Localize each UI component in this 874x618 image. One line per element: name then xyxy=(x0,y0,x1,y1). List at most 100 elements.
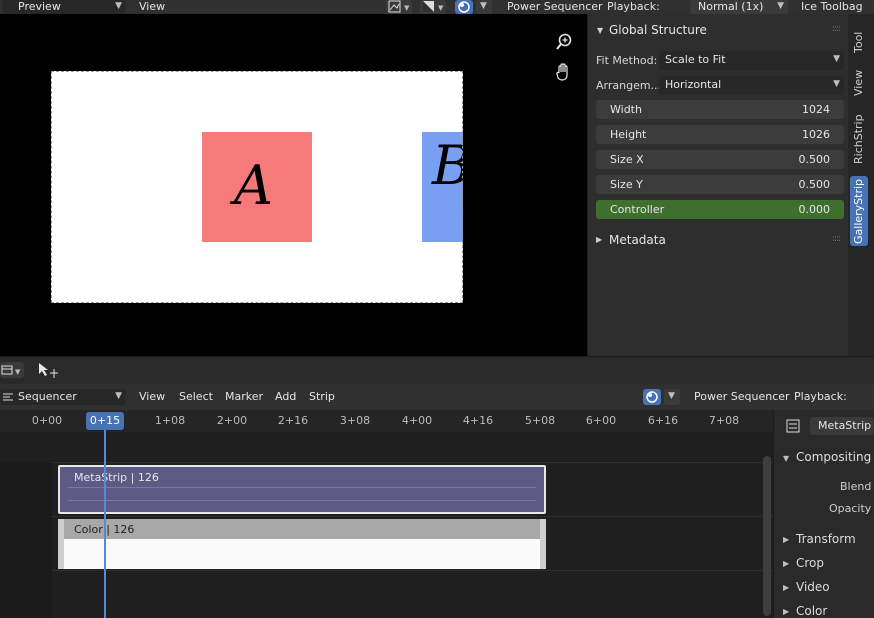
video-panel-title[interactable]: Video xyxy=(796,580,830,594)
ruler-tick: 6+00 xyxy=(585,414,617,427)
color-strip-handle-right[interactable] xyxy=(540,519,546,569)
chevron-down-icon[interactable]: ▼ xyxy=(476,0,492,14)
svg-text:▼: ▼ xyxy=(438,4,444,12)
menu-marker[interactable]: Marker xyxy=(225,390,263,403)
width-field[interactable]: Width 1024 xyxy=(596,100,844,119)
power-sequencer-menu[interactable]: Power Sequencer xyxy=(694,390,790,403)
canvas-edge xyxy=(461,71,463,303)
playback-label: Playback: xyxy=(607,0,660,13)
strip-type-icon xyxy=(786,418,800,434)
chevron-down-icon: ▼ xyxy=(833,79,840,89)
ice-toolbag-menu[interactable]: Ice Toolbag xyxy=(801,0,863,14)
global-structure-title[interactable]: Global Structure xyxy=(609,23,707,37)
gallery-tile-b: B xyxy=(422,132,463,242)
menu-strip[interactable]: Strip xyxy=(309,390,335,403)
size-y-label: Size Y xyxy=(610,178,643,191)
ruler-tick: 4+00 xyxy=(401,414,433,427)
drag-handle-icon[interactable]: :::: xyxy=(832,234,841,244)
ruler-tick: 7+08 xyxy=(708,414,740,427)
menu-select[interactable]: Select xyxy=(179,390,213,403)
channel-divider xyxy=(0,516,773,517)
svg-text:▼: ▼ xyxy=(15,368,21,376)
zoom-icon[interactable] xyxy=(553,31,575,53)
timeline-ruler[interactable]: 0+00 0+15 1+08 2+00 2+16 3+08 4+00 4+16 … xyxy=(0,410,773,432)
chevron-down-icon[interactable]: ▼ xyxy=(664,389,680,405)
select-tool-icon[interactable] xyxy=(36,360,60,382)
width-value: 1024 xyxy=(802,103,830,116)
active-strip-name-field[interactable]: MetaStrip xyxy=(810,417,874,435)
collapse-triangle-icon[interactable]: ▼ xyxy=(597,26,603,35)
fit-method-value: Scale to Fit xyxy=(665,53,726,66)
expand-triangle-icon[interactable]: ▶ xyxy=(783,535,789,544)
ruler-tick: 2+16 xyxy=(277,414,309,427)
preview-header: Preview ▼ View ▼ ▼ ▼ Power Sequencer Pla… xyxy=(0,0,874,14)
current-frame-label: 0+15 xyxy=(89,414,121,427)
color-strip[interactable]: Color | 126 xyxy=(58,519,546,569)
gallery-tile-a: A xyxy=(202,132,312,242)
expand-triangle-icon[interactable]: ▶ xyxy=(783,583,789,592)
crop-panel-title[interactable]: Crop xyxy=(796,556,824,570)
editor-type-icon[interactable]: ▼ xyxy=(0,362,24,378)
meta-strip-label: MetaStrip | 126 xyxy=(74,471,159,484)
preview-view-menu[interactable]: View xyxy=(139,0,165,14)
preview-mode-label: Preview xyxy=(18,0,61,13)
ruler-tick: 4+16 xyxy=(462,414,494,427)
sequencer-editor-dropdown[interactable]: Sequencer ▼ xyxy=(0,389,126,405)
compositing-panel-title[interactable]: Compositing xyxy=(796,450,871,464)
meta-strip[interactable]: MetaStrip | 126 xyxy=(58,465,546,514)
vertical-scrollbar[interactable] xyxy=(763,456,771,616)
overlay-icon[interactable]: ▼ xyxy=(420,0,446,14)
arrangement-dropdown[interactable]: Horizontal ▼ xyxy=(659,76,844,95)
height-label: Height xyxy=(610,128,647,141)
color-strip-handle-left[interactable] xyxy=(58,519,64,569)
tab-tool[interactable]: Tool xyxy=(850,26,868,58)
ruler-tick: 5+08 xyxy=(524,414,556,427)
collapse-triangle-icon[interactable]: ▼ xyxy=(783,454,789,463)
power-sequencer-icon[interactable] xyxy=(643,389,661,405)
preview-mode-dropdown[interactable]: Preview ▼ xyxy=(2,0,126,14)
pan-hand-icon[interactable] xyxy=(553,61,575,83)
tab-richstrip[interactable]: RichStrip xyxy=(850,108,868,170)
size-x-field[interactable]: Size X 0.500 xyxy=(596,150,844,169)
tab-gallerystrip[interactable]: GalleryStrip xyxy=(850,176,868,246)
power-sequencer-icon[interactable] xyxy=(455,0,473,14)
controller-label: Controller xyxy=(610,203,665,216)
size-x-value: 0.500 xyxy=(798,153,831,166)
expand-triangle-icon[interactable]: ▶ xyxy=(783,607,789,616)
ruler-tick: 2+00 xyxy=(216,414,248,427)
size-y-field[interactable]: Size Y 0.500 xyxy=(596,175,844,194)
fit-method-dropdown[interactable]: Scale to Fit ▼ xyxy=(659,51,844,70)
menu-view[interactable]: View xyxy=(139,390,165,403)
chevron-down-icon: ▼ xyxy=(777,1,784,11)
display-channels-icon[interactable]: ▼ xyxy=(386,0,412,14)
controller-value: 0.000 xyxy=(798,203,831,216)
arrangement-value: Horizontal xyxy=(665,78,722,91)
playback-speed-dropdown[interactable]: Normal (1x) ▼ xyxy=(690,0,788,14)
svg-text:▼: ▼ xyxy=(404,4,410,12)
size-x-label: Size X xyxy=(610,153,644,166)
current-frame-indicator[interactable]: 0+15 xyxy=(86,412,124,430)
active-strip-name: MetaStrip xyxy=(818,419,872,432)
blend-label: Blend xyxy=(840,480,872,493)
tab-view[interactable]: View xyxy=(850,66,868,100)
transform-panel-title[interactable]: Transform xyxy=(796,532,856,546)
height-value: 1026 xyxy=(802,128,830,141)
color-panel-title[interactable]: Color xyxy=(796,604,827,618)
playback-speed-value: Normal (1x) xyxy=(698,0,764,13)
power-sequencer-menu[interactable]: Power Sequencer xyxy=(507,0,603,14)
height-field[interactable]: Height 1026 xyxy=(596,125,844,144)
playhead-line[interactable] xyxy=(104,430,106,618)
controller-field[interactable]: Controller 0.000 xyxy=(596,200,844,219)
playback-label: Playback: xyxy=(794,390,847,403)
fit-method-label: Fit Method: xyxy=(596,54,658,67)
sequencer-editor-label: Sequencer xyxy=(18,390,77,403)
drag-handle-icon[interactable]: :::: xyxy=(832,24,841,34)
opacity-label: Opacity xyxy=(829,502,872,515)
expand-triangle-icon[interactable]: ▶ xyxy=(596,235,602,244)
expand-triangle-icon[interactable]: ▶ xyxy=(783,559,789,568)
chevron-down-icon: ▼ xyxy=(833,54,840,64)
metadata-panel-title[interactable]: Metadata xyxy=(609,233,666,247)
chevron-down-icon: ▼ xyxy=(115,391,122,401)
menu-add[interactable]: Add xyxy=(275,390,296,403)
tile-a-letter: A xyxy=(234,154,273,217)
